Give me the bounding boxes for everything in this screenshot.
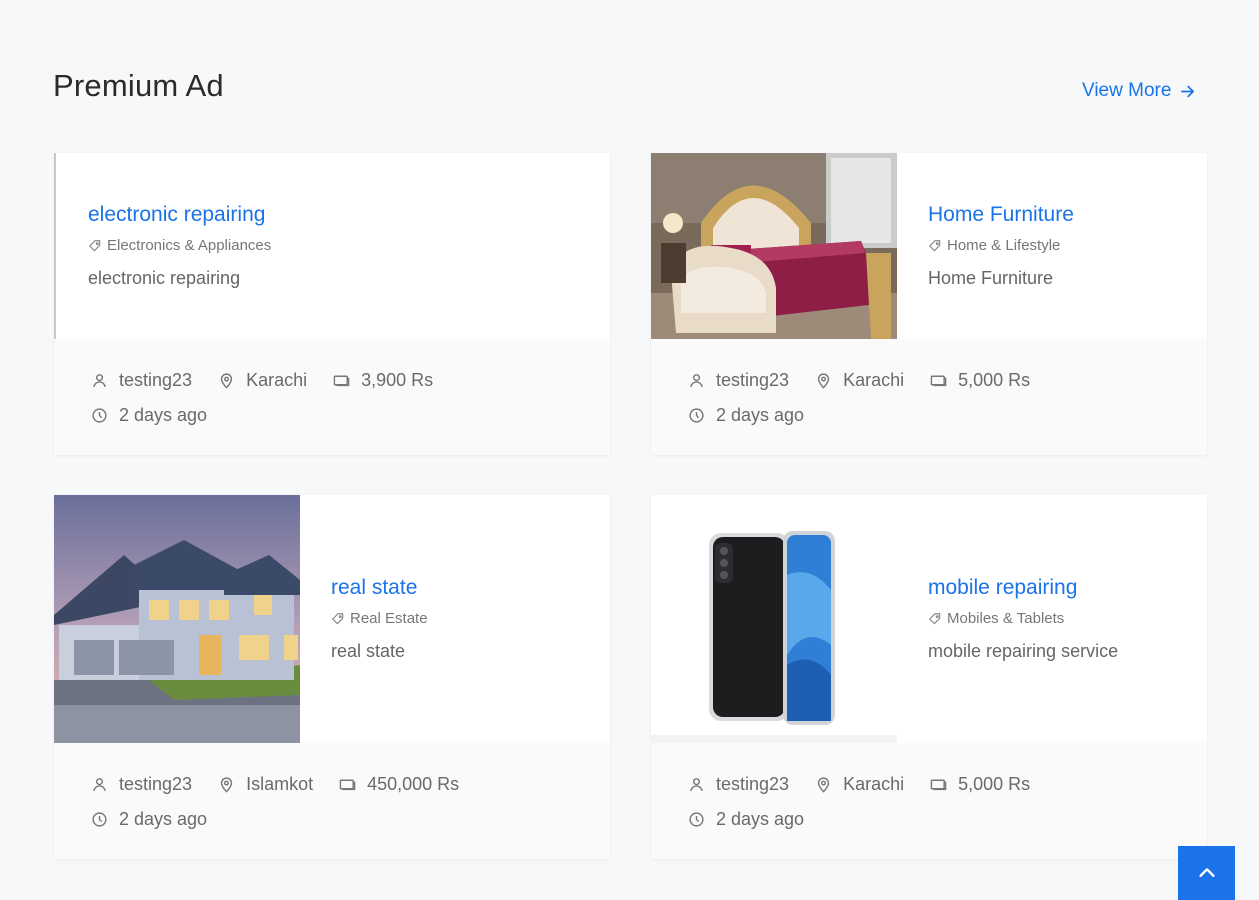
ad-card[interactable]: mobile repairing Mobiles & Tablets mobil… [651,495,1207,859]
arrow-right-icon [1181,85,1195,97]
ad-card[interactable]: Home Furniture Home & Lifestyle Home Fur… [651,153,1207,455]
money-icon [339,779,356,790]
view-more-link[interactable]: View More [1082,80,1196,102]
section-title: Premium Ad [53,68,224,103]
scroll-to-top-button[interactable] [1178,846,1235,900]
ad-title-link[interactable]: real state [331,576,428,600]
premium-ad-section: Premium Ad View More electronic repairin… [0,0,1259,900]
ad-price: 5,000 Rs [930,370,1030,391]
tag-icon [928,239,941,251]
ad-title-link[interactable]: mobile repairing [928,576,1118,600]
ad-card-top: Home Furniture Home & Lifestyle Home Fur… [651,153,1207,339]
ad-meta: testing23 Karachi 5,000 Rs 2 days ago [651,743,1207,859]
user-icon [93,777,106,791]
location-pin-icon [220,372,233,389]
ad-user-label: testing23 [119,369,193,390]
house-image [54,495,300,743]
ad-location: Islamkot [218,774,313,795]
ad-user: testing23 [688,370,789,391]
ad-thumbnail-house[interactable] [54,495,300,743]
ad-title-link[interactable]: electronic repairing [88,203,271,227]
ad-card[interactable]: electronic repairing Electronics & Appli… [54,153,610,455]
ad-price-label: 5,000 Rs [958,773,1031,794]
ad-description: electronic repairing [88,268,241,288]
location-pin-icon [817,776,830,793]
clock-icon [92,811,107,827]
ad-card[interactable]: real state Real Estate real state testin… [54,495,610,859]
ad-location-label: Karachi [246,369,308,390]
ad-location-label: Karachi [843,773,905,794]
clock-icon [92,407,107,423]
clock-icon [689,407,704,423]
user-icon [690,373,703,387]
tag-icon [928,612,941,624]
location-pin-icon [220,776,233,793]
ad-user-label: testing23 [119,773,193,794]
view-more-label: View More [1082,80,1172,101]
ad-location-label: Karachi [843,369,905,390]
ad-price: 3,900 Rs [333,370,433,391]
money-icon [930,779,947,790]
money-icon [333,375,350,386]
ad-user: testing23 [91,370,192,391]
chevron-up-icon [1198,868,1215,877]
ad-card-top: mobile repairing Mobiles & Tablets mobil… [651,495,1207,743]
ad-user: testing23 [688,774,789,795]
user-icon [690,777,703,791]
ad-title-link[interactable]: Home Furniture [928,203,1074,227]
ad-posted: 2 days ago [688,405,804,426]
ad-posted: 2 days ago [91,405,207,426]
phone-image [651,495,897,743]
ad-card-top: real state Real Estate real state [54,495,610,743]
ad-location: Karachi [815,774,904,795]
ad-user: testing23 [91,774,192,795]
ad-price: 5,000 Rs [930,774,1030,795]
ad-location-label: Islamkot [246,773,314,794]
clock-icon [689,811,704,827]
ad-description: Home Furniture [928,268,1054,288]
location-pin-icon [817,372,830,389]
user-icon [93,373,106,387]
ad-category: Home & Lifestyle [928,237,1074,254]
ad-location: Karachi [815,370,904,391]
ad-posted: 2 days ago [688,809,804,830]
tag-icon [331,612,344,624]
ad-posted-label: 2 days ago [119,404,208,425]
ad-category-label: Electronics & Appliances [107,237,272,254]
ad-info: Home Furniture Home & Lifestyle Home Fur… [928,153,1074,339]
ad-card-top: electronic repairing Electronics & Appli… [54,153,610,339]
ad-thumbnail-furniture[interactable] [651,153,897,339]
ad-description: real state [331,641,406,661]
ad-category-label: Home & Lifestyle [947,237,1061,254]
tag-icon [88,239,101,251]
ad-price-label: 5,000 Rs [958,369,1031,390]
ad-user-label: testing23 [716,773,790,794]
ad-info: electronic repairing Electronics & Appli… [88,153,271,339]
ad-price: 450,000 Rs [339,774,459,795]
money-icon [930,375,947,386]
ad-category: Electronics & Appliances [88,237,271,254]
ad-meta: testing23 Karachi 3,900 Rs 2 days ago [54,339,610,455]
ad-description: mobile repairing service [928,641,1119,661]
ad-posted-label: 2 days ago [716,808,805,829]
ad-posted: 2 days ago [91,809,207,830]
ad-user-label: testing23 [716,369,790,390]
ad-location: Karachi [218,370,307,391]
ad-thumbnail-phone[interactable] [651,495,897,743]
ad-info: real state Real Estate real state [331,495,428,743]
ad-price-label: 3,900 Rs [361,369,434,390]
ad-price-label: 450,000 Rs [367,773,460,794]
ad-category-label: Mobiles & Tablets [947,610,1065,627]
ad-posted-label: 2 days ago [716,404,805,425]
card-left-border [54,153,56,339]
ad-posted-label: 2 days ago [119,808,208,829]
ad-meta: testing23 Karachi 5,000 Rs 2 days ago [651,339,1207,455]
ad-category-label: Real Estate [350,610,428,627]
ad-info: mobile repairing Mobiles & Tablets mobil… [928,495,1118,743]
ad-category: Mobiles & Tablets [928,610,1118,627]
ad-category: Real Estate [331,610,428,627]
bedroom-image [651,153,897,339]
ad-meta: testing23 Islamkot 450,000 Rs 2 days ago [54,743,610,859]
